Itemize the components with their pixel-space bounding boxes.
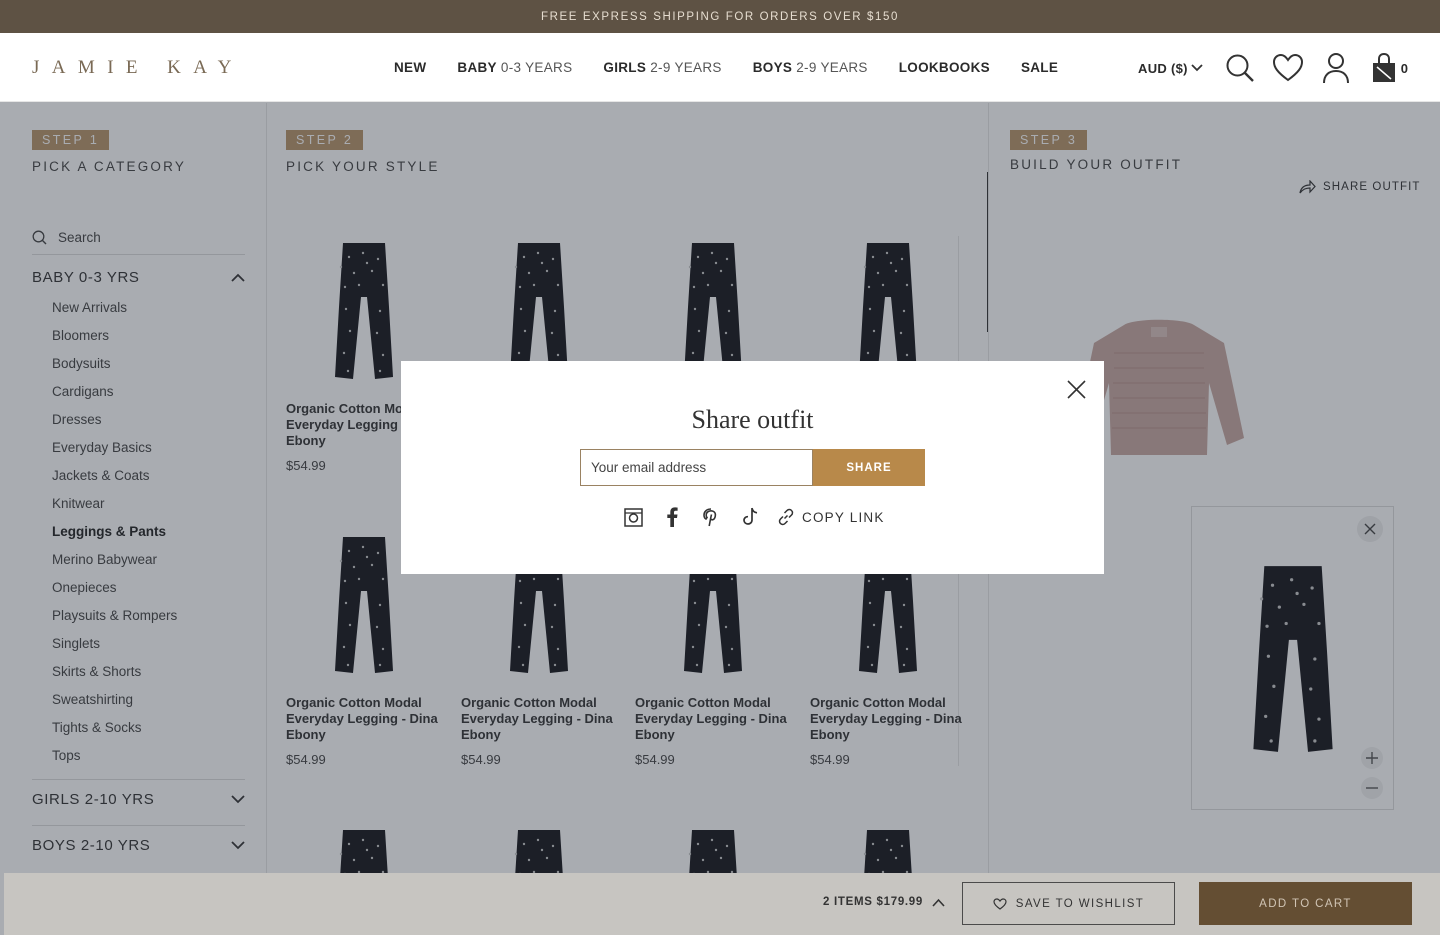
search-icon[interactable] [1223,51,1257,85]
nav-girls[interactable]: GIRLS 2-9 YEARS [603,60,721,75]
outfit-summary-bar: 2 ITEMS $179.99 SAVE TO WISHLIST ADD TO … [4,873,1440,935]
close-icon [1066,379,1086,399]
outfit-totals[interactable]: 2 ITEMS $179.99 [823,896,945,908]
nav-baby[interactable]: BABY 0-3 YEARS [457,60,572,75]
nav-sale[interactable]: SALE [1021,60,1058,75]
share-button[interactable]: SHARE [813,449,925,486]
add-to-cart-button[interactable]: ADD TO CART [1199,882,1412,925]
cart-icon[interactable] [1367,51,1401,85]
copy-link-button[interactable]: COPY LINK [777,508,885,526]
heart-icon [993,897,1007,910]
main-nav: NEW BABY 0-3 YEARS GIRLS 2-9 YEARS BOYS … [394,60,1058,75]
modal-close-button[interactable] [1064,377,1088,401]
announcement-bar: FREE EXPRESS SHIPPING FOR ORDERS OVER $1… [0,0,1440,33]
facebook-icon[interactable] [661,506,683,528]
heart-icon[interactable] [1271,51,1305,85]
nav-new[interactable]: NEW [394,60,426,75]
social-share-row: COPY LINK [622,506,885,528]
site-header: JAMIE KAY NEW BABY 0-3 YEARS GIRLS 2-9 Y… [0,33,1440,102]
save-to-wishlist-button[interactable]: SAVE TO WISHLIST [962,882,1175,925]
modal-title: Share outfit [691,405,814,434]
link-icon [778,508,794,526]
account-icon[interactable] [1319,51,1353,85]
nav-lookbooks[interactable]: LOOKBOOKS [899,60,990,75]
tiktok-icon[interactable] [739,506,761,528]
email-field[interactable] [580,449,813,486]
chevron-down-icon [1191,64,1203,72]
instagram-icon[interactable] [622,506,644,528]
chevron-up-icon [932,898,945,907]
nav-boys[interactable]: BOYS 2-9 YEARS [753,60,868,75]
share-outfit-modal: Share outfit SHARE COPY LINK [401,361,1104,574]
brand-logo[interactable]: JAMIE KAY [32,57,244,79]
cart-count: 0 [1400,60,1408,76]
currency-selector[interactable]: AUD ($) [1138,61,1203,76]
pinterest-icon[interactable] [700,506,722,528]
